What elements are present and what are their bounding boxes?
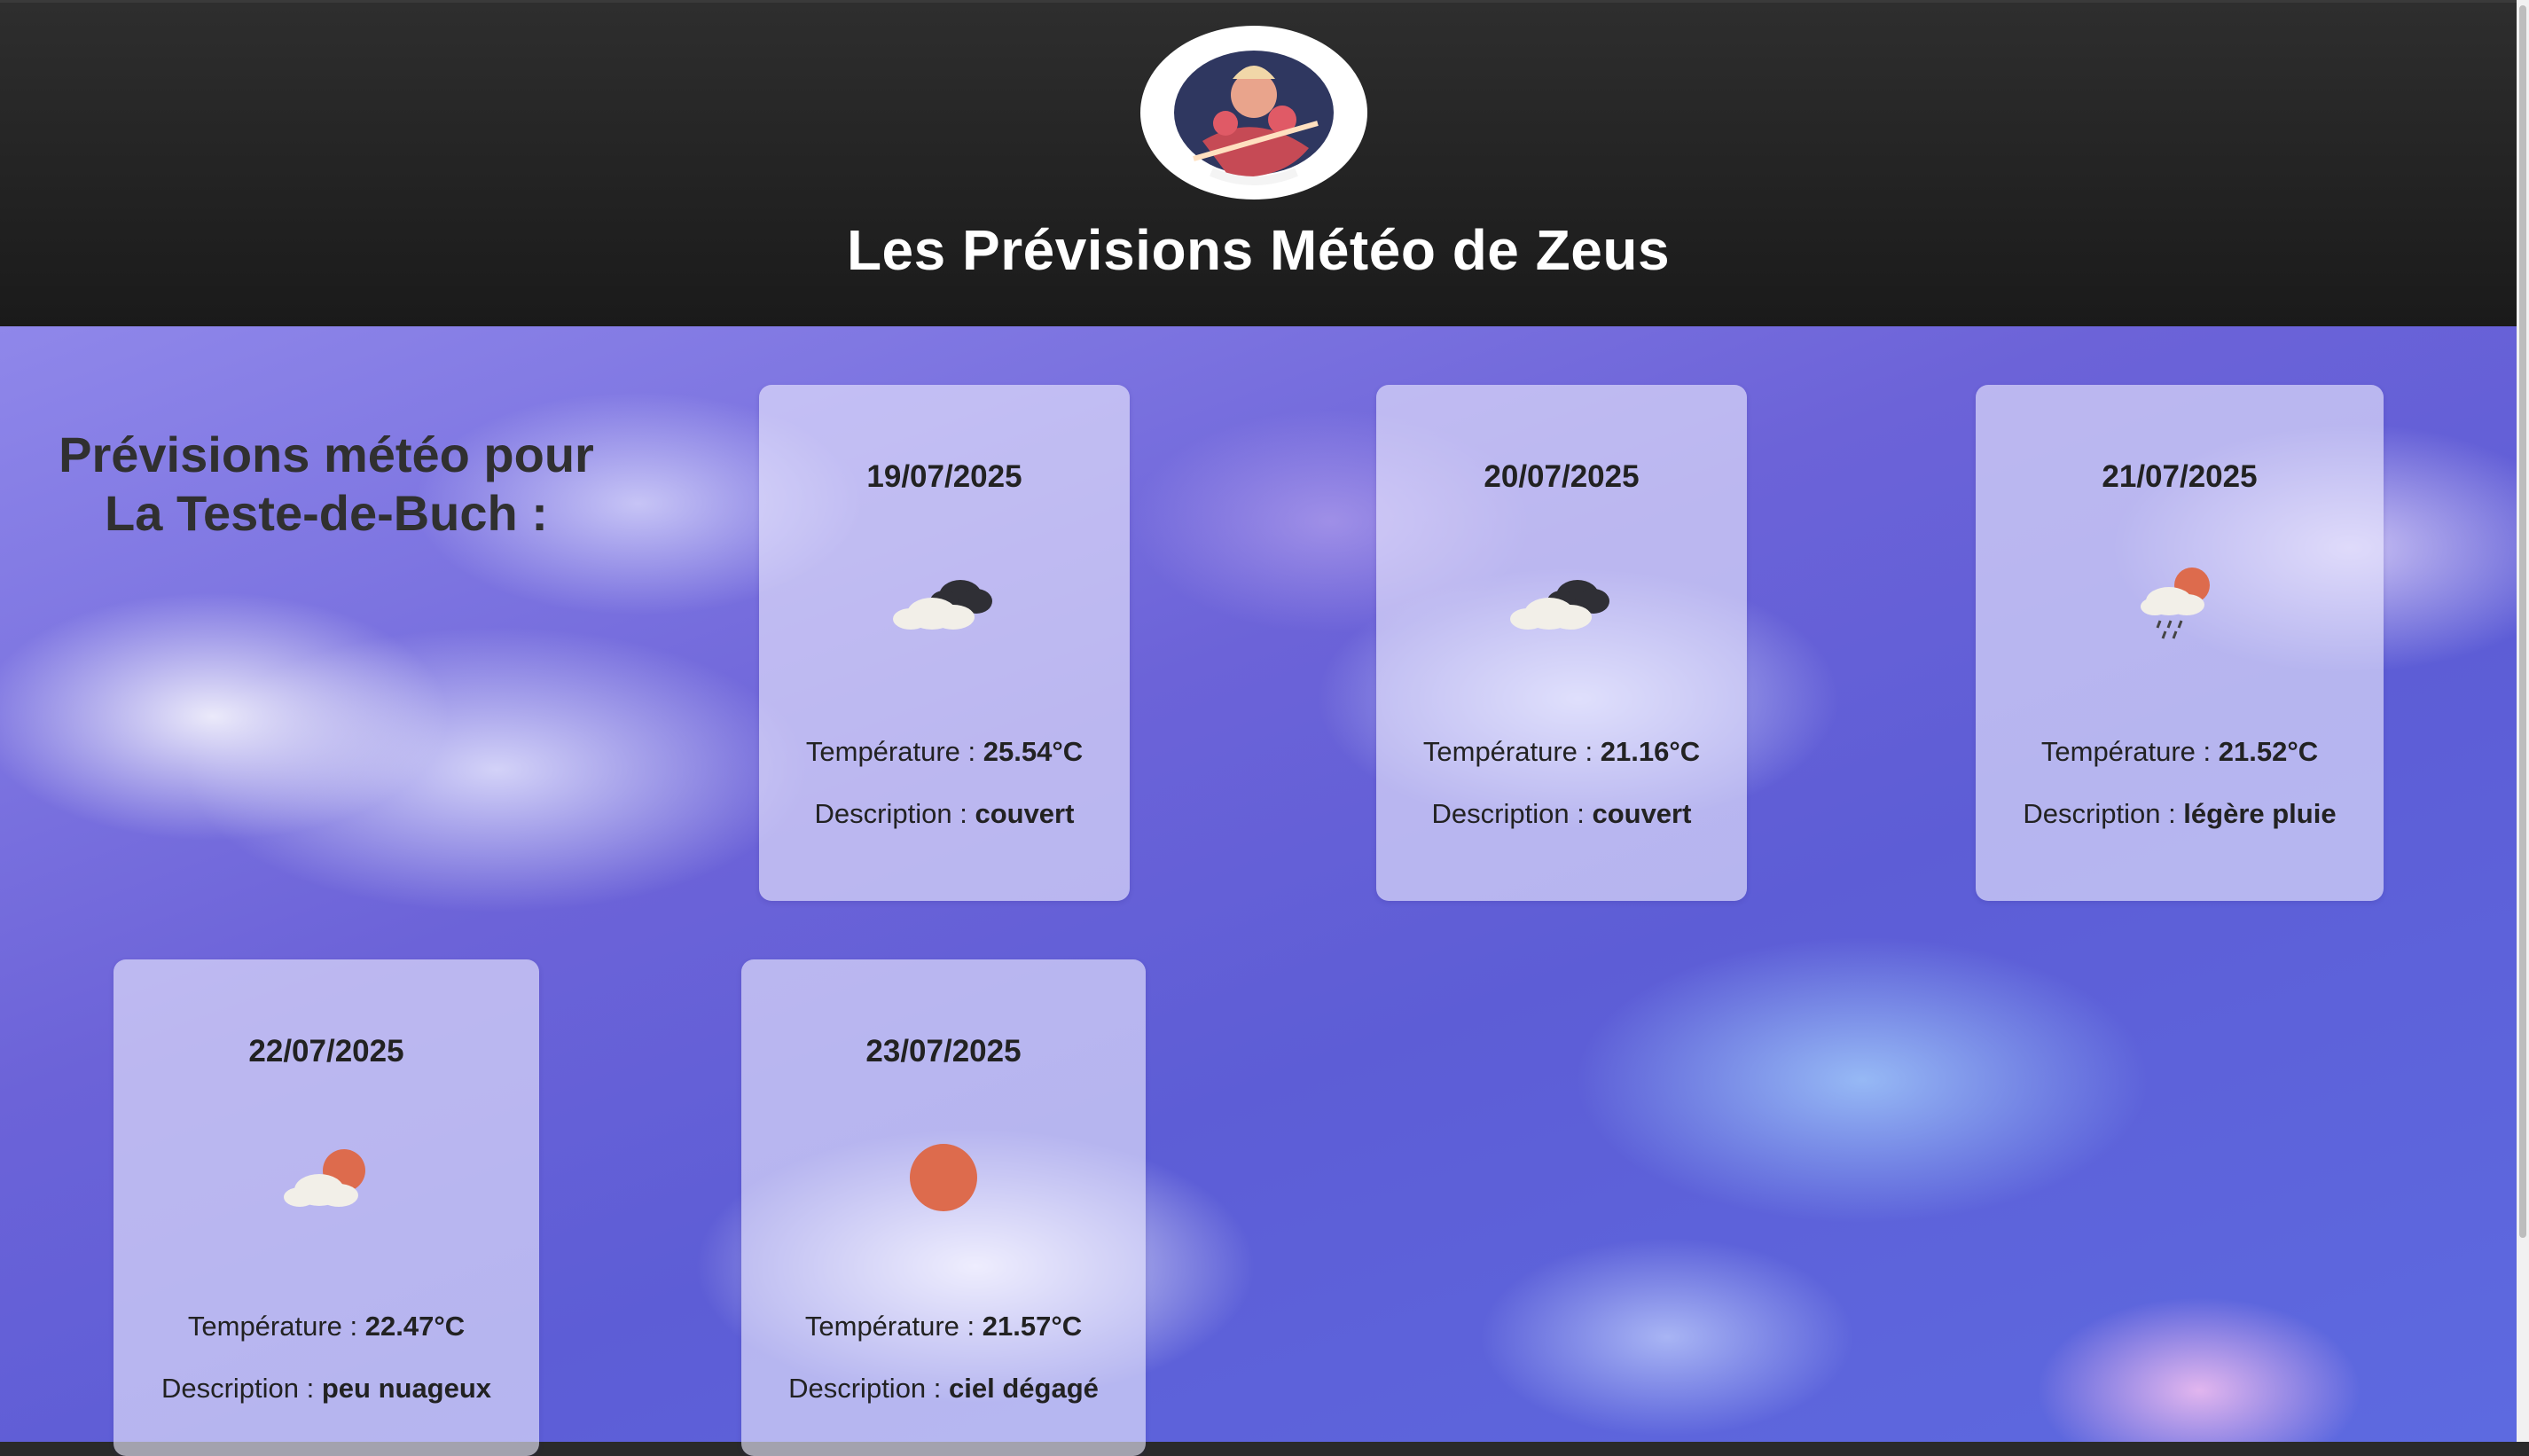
temperature-line: Température : 21.16°C [1422, 736, 1701, 767]
forecast-heading: Prévisions météo pour La Teste-de-Buch : [59, 427, 594, 541]
forecast-card: 23/07/2025 Température : 21.57°C Descrip… [741, 959, 1146, 1456]
forecast-card: 19/07/2025 Température : 25.54°C Descrip… [759, 385, 1130, 901]
description-line: Description : légère pluie [2023, 798, 2337, 829]
description-line: Description : ciel dégagé [788, 1373, 1099, 1404]
description-line: Description : peu nuageux [161, 1373, 492, 1404]
description-value: couvert [1592, 798, 1692, 829]
description-line: Description : couvert [1431, 798, 1692, 829]
description-line: Description : couvert [814, 798, 1075, 829]
description-value: peu nuageux [321, 1373, 492, 1404]
zeus-logo[interactable] [1140, 26, 1367, 200]
temperature-value: 21.16°C [1600, 736, 1701, 767]
temperature-line: Température : 21.57°C [804, 1311, 1083, 1342]
forecast-date: 23/07/2025 [865, 1034, 1022, 1069]
clear-sky-icon [908, 1142, 979, 1217]
forecast-date: 20/07/2025 [1484, 459, 1640, 494]
overcast-clouds-icon [1508, 562, 1615, 638]
description-value: légère pluie [2183, 798, 2337, 829]
temperature-value: 21.57°C [982, 1311, 1083, 1342]
temperature-line: Température : 25.54°C [805, 736, 1084, 767]
few-clouds-icon [278, 1144, 376, 1219]
temperature-value: 21.52°C [2218, 736, 2319, 767]
description-value: ciel dégagé [949, 1373, 1099, 1404]
temperature-line: Température : 22.47°C [187, 1311, 466, 1342]
temperature-value: 22.47°C [364, 1311, 466, 1342]
temperature-line: Température : 21.52°C [2040, 736, 2319, 767]
description-value: couvert [975, 798, 1075, 829]
site-title: Les Prévisions Météo de Zeus [846, 218, 1671, 282]
forecast-card: 20/07/2025 Température : 21.16°C Descrip… [1376, 385, 1747, 901]
forecast-date: 19/07/2025 [866, 459, 1022, 494]
forecast-date: 21/07/2025 [2102, 459, 2258, 494]
overcast-clouds-icon [891, 562, 998, 638]
forecast-card: 22/07/2025 Température : 22.47°C Descrip… [114, 959, 539, 1456]
site-header: Les Prévisions Météo de Zeus [0, 0, 2517, 329]
forecast-card: 21/07/2025 Température : 21.52°C Descrip… [1976, 385, 2384, 901]
forecast-date: 22/07/2025 [248, 1034, 404, 1069]
temperature-value: 25.54°C [983, 736, 1084, 767]
scrollbar-thumb[interactable] [2519, 5, 2526, 1238]
light-rain-icon [2135, 559, 2224, 652]
